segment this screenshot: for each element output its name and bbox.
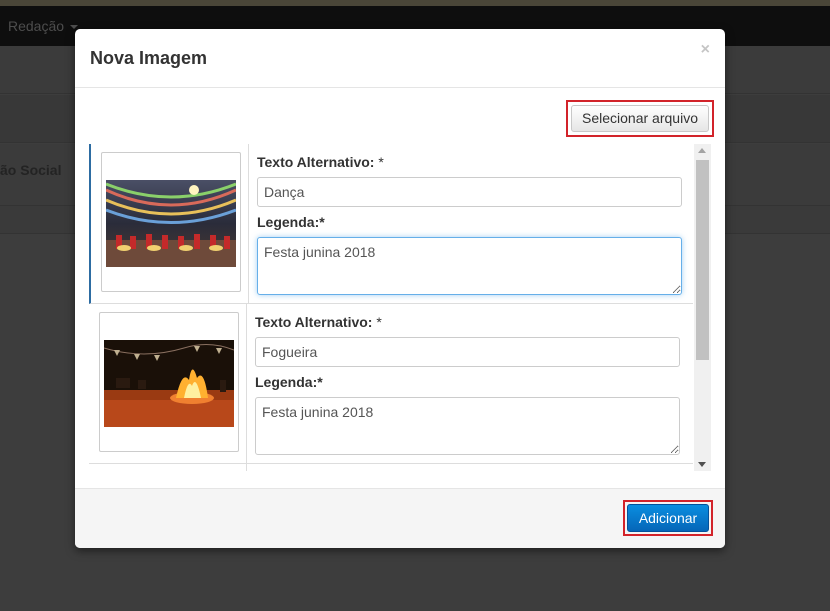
- add-button[interactable]: Adicionar: [627, 504, 709, 532]
- close-icon[interactable]: ×: [701, 41, 710, 59]
- alt-text-input[interactable]: [257, 177, 682, 207]
- nav-item-redacao[interactable]: Redação: [8, 18, 79, 34]
- image-list-item: Texto Alternativo: * Legenda:* Festa jun…: [89, 304, 693, 464]
- thumbnail-cell: [89, 304, 247, 464]
- dance-photo: [106, 180, 236, 267]
- alt-text-label: Texto Alternativo: *: [255, 314, 382, 330]
- list-scrollbar[interactable]: [694, 144, 711, 471]
- modal-header: Nova Imagem ×: [75, 29, 725, 88]
- modal-title: Nova Imagem: [90, 48, 208, 68]
- image-fields: Texto Alternativo: * Legenda:* Festa jun…: [257, 144, 689, 304]
- bonfire-photo: [104, 340, 234, 427]
- image-list[interactable]: Texto Alternativo: * Legenda:* Festa jun…: [89, 144, 711, 471]
- alt-text-label: Texto Alternativo: *: [257, 154, 384, 170]
- thumbnail-frame: [101, 152, 241, 292]
- select-file-highlight: Selecionar arquivo: [566, 100, 714, 137]
- thumbnail-frame: [99, 312, 239, 452]
- image-fields: Texto Alternativo: * Legenda:* Festa jun…: [255, 304, 687, 464]
- image-list-item: Texto Alternativo: * Legenda:* Festa jun…: [89, 144, 693, 304]
- alt-text-input[interactable]: [255, 337, 680, 367]
- caption-textarea[interactable]: Festa junina 2018: [257, 237, 682, 295]
- page-row-text: ão Social: [0, 162, 62, 178]
- thumbnail-cell: [89, 464, 247, 471]
- scrollbar-thumb[interactable]: [696, 160, 709, 360]
- add-button-highlight: Adicionar: [623, 500, 713, 536]
- scroll-up-arrow-icon[interactable]: [698, 148, 706, 153]
- new-image-modal: Nova Imagem × Selecionar arquivo Texto A…: [75, 29, 725, 548]
- caption-label: Legenda:*: [257, 214, 325, 230]
- image-list-item: [89, 464, 693, 471]
- caption-label: Legenda:*: [255, 374, 323, 390]
- scroll-down-arrow-icon[interactable]: [698, 462, 706, 467]
- modal-footer: Adicionar: [75, 488, 725, 548]
- select-file-button[interactable]: Selecionar arquivo: [571, 105, 709, 132]
- thumbnail-cell: [91, 144, 249, 304]
- caption-textarea[interactable]: Festa junina 2018: [255, 397, 680, 455]
